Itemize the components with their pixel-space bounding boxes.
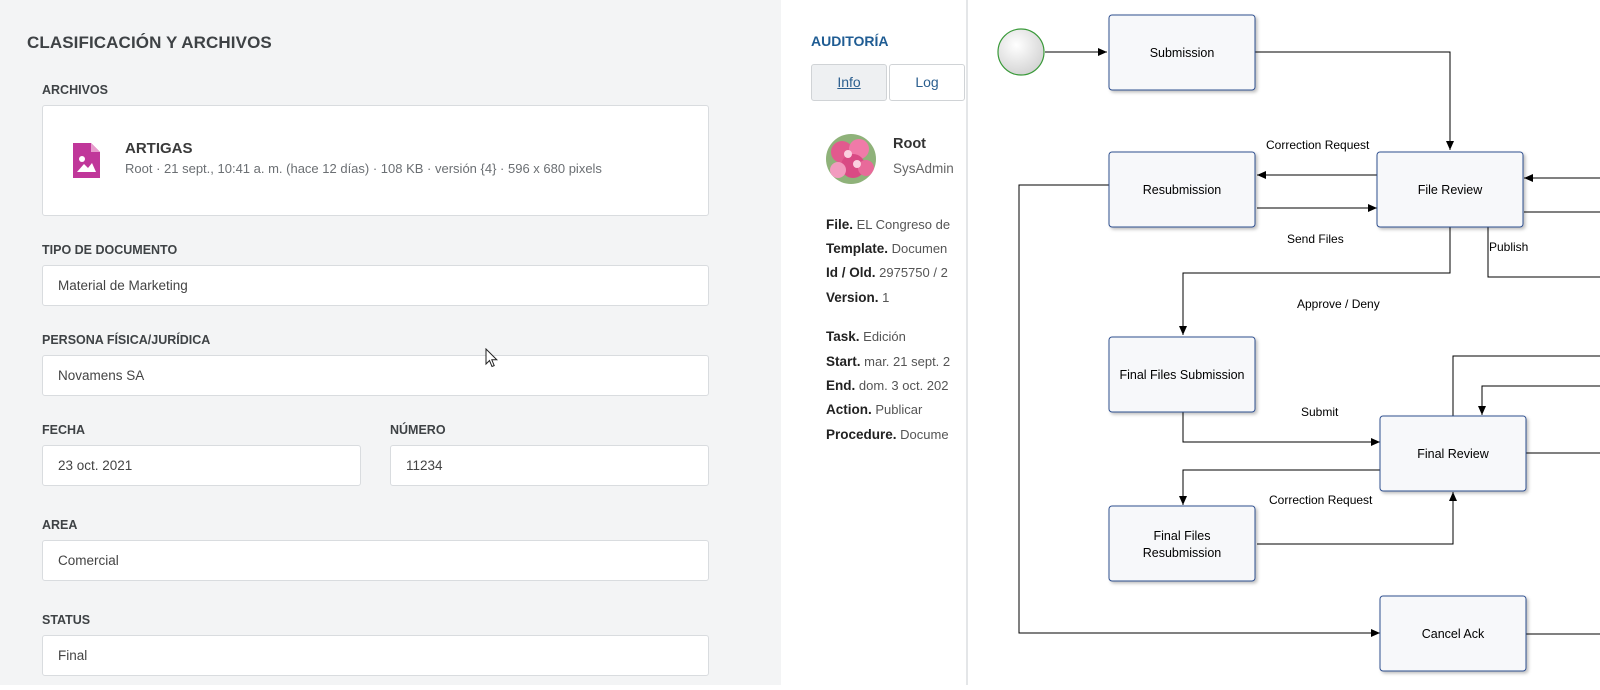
area-field[interactable]: Comercial (42, 540, 709, 581)
svg-text:Final Files Submission: Final Files Submission (1119, 368, 1244, 382)
audit-row-action: Action. Publicar (826, 402, 923, 417)
audit-row-id: Id / Old. 2975750 / 2 (826, 265, 948, 280)
edge-submit (1182, 412, 1380, 446)
workflow-diagram: Submission Resubmission File Review Fina… (968, 0, 1600, 685)
svg-text:Final Review: Final Review (1417, 447, 1490, 461)
label-send-files: Send Files (1287, 232, 1344, 246)
label-submit: Submit (1301, 405, 1339, 419)
svg-text:Resubmission: Resubmission (1143, 183, 1222, 197)
audit-row-template: Template. Documen (826, 241, 948, 256)
audit-row-end: End. dom. 3 oct. 202 (826, 378, 949, 393)
node-cancel-ack[interactable]: Cancel Ack (1379, 595, 1527, 672)
audit-row-task: Task. Edición (826, 329, 906, 344)
label-approve-deny: Approve / Deny (1297, 297, 1380, 311)
svg-text:Cancel Ack: Cancel Ack (1422, 627, 1485, 641)
file-name[interactable]: ARTIGAS (125, 140, 193, 157)
audit-row-file: File. EL Congreso de (826, 217, 951, 232)
label-publish: Publish (1489, 240, 1528, 254)
audit-row-procedure: Procedure. Docume (826, 427, 949, 442)
edge-submission-filereview (1255, 51, 1454, 150)
node-file-review[interactable]: File Review (1376, 151, 1524, 228)
date-field[interactable]: 23 oct. 2021 (42, 445, 361, 486)
audit-row-start: Start. mar. 21 sept. 2 (826, 354, 951, 369)
audit-panel: AUDITORÍA Info Log Root SysAdmin File. E… (781, 0, 968, 685)
classification-panel: CLASIFICACIÓN Y ARCHIVOS ARCHIVOS ARTIGA… (0, 0, 781, 685)
file-meta: Root · 21 sept., 10:41 a. m. (hace 12 dí… (125, 161, 602, 176)
person-label: PERSONA FÍSICA/JURÍDICA (42, 333, 211, 347)
edge-into-finalreview (1478, 385, 1600, 415)
node-resubmission[interactable]: Resubmission (1108, 151, 1256, 228)
area-label: AREA (42, 518, 78, 532)
label-correction-request-2: Correction Request (1269, 493, 1373, 507)
node-final-files-resubmission[interactable]: Final Files Resubmission (1108, 505, 1256, 582)
svg-text:Submission: Submission (1150, 46, 1215, 60)
tab-log[interactable]: Log (889, 64, 965, 101)
person-field[interactable]: Novamens SA (42, 355, 709, 396)
mouse-pointer-icon (485, 347, 499, 373)
svg-text:Final Files: Final Files (1154, 529, 1211, 543)
status-field[interactable]: Final (42, 635, 709, 676)
label-correction-request: Correction Request (1266, 138, 1370, 152)
node-final-review[interactable]: Final Review (1379, 415, 1527, 492)
user-name: Root (893, 136, 927, 152)
doc-type-field[interactable]: Material de Marketing (42, 265, 709, 306)
file-card[interactable]: ARTIGAS Root · 21 sept., 10:41 a. m. (ha… (42, 105, 709, 216)
audit-row-version: Version. 1 (826, 290, 890, 305)
number-label: NÚMERO (390, 423, 446, 437)
date-label: FECHA (42, 423, 86, 437)
start-event[interactable] (997, 28, 1045, 76)
files-label: ARCHIVOS (42, 83, 108, 97)
status-label: STATUS (42, 613, 91, 627)
node-submission[interactable]: Submission (1108, 14, 1256, 91)
user-role: SysAdmin (893, 161, 954, 176)
section-title: CLASIFICACIÓN Y ARCHIVOS (27, 33, 272, 52)
svg-text:Resubmission: Resubmission (1143, 546, 1222, 560)
image-file-icon (73, 143, 100, 183)
audit-title: AUDITORÍA (811, 33, 889, 49)
doc-type-label: TIPO DE DOCUMENTO (42, 243, 178, 257)
svg-text:File Review: File Review (1418, 183, 1484, 197)
node-final-files-submission[interactable]: Final Files Submission (1108, 336, 1256, 413)
tab-info[interactable]: Info (811, 64, 887, 101)
number-field[interactable]: 11234 (390, 445, 709, 486)
avatar (826, 134, 876, 184)
